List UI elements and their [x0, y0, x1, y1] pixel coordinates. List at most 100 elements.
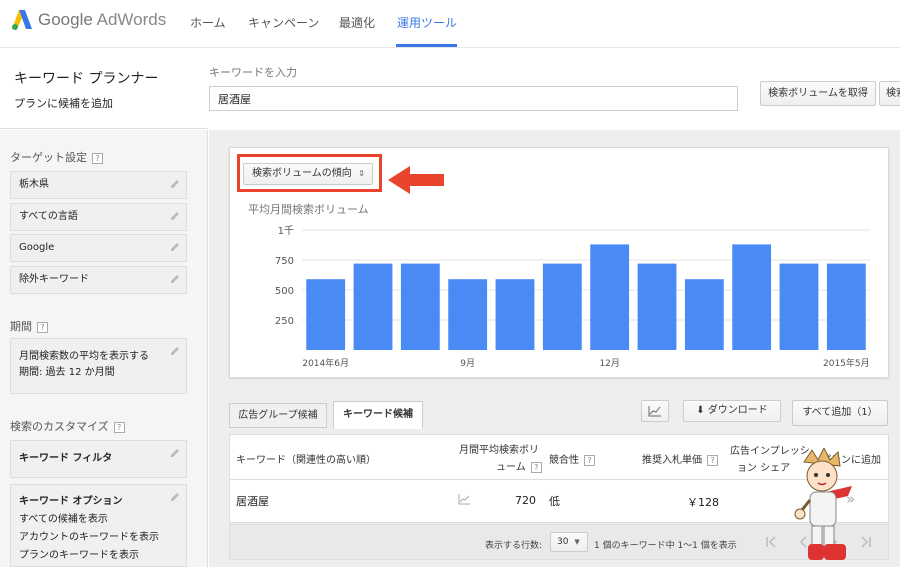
volume-bar[interactable] — [542, 263, 582, 350]
keyword-input-label: キーワードを入力 — [209, 66, 297, 79]
volume-bar[interactable] — [732, 244, 772, 350]
target-location-label: 栃木県 — [19, 179, 49, 190]
row-competition: 低 — [549, 495, 560, 508]
help-icon[interactable]: ? — [707, 454, 718, 466]
volume-bar[interactable] — [590, 244, 630, 350]
header-left — [0, 49, 208, 129]
col-volume-header-line2: ューム — [496, 462, 526, 473]
download-icon: ⬇ — [696, 405, 705, 416]
target-language[interactable]: すべての言語 — [10, 203, 187, 231]
col-competition-label: 競合性 — [549, 455, 579, 466]
pencil-icon[interactable] — [169, 491, 181, 503]
first-page-icon[interactable] — [765, 536, 777, 548]
y-tick-label: 750 — [275, 256, 294, 267]
volume-bar[interactable] — [779, 263, 819, 350]
last-page-icon[interactable] — [860, 536, 872, 548]
volume-bar[interactable] — [495, 279, 535, 350]
volume-bar[interactable] — [684, 279, 724, 350]
keyword-options-box[interactable]: キーワード オプション すべての候補を表示 アカウントのキーワードを表示 プラン… — [10, 484, 187, 567]
period-line2: 期間: 過去 12 か月間 — [19, 367, 115, 378]
get-volume-button[interactable]: 検索ボリュームを取得 — [760, 81, 876, 106]
chart-icon — [648, 406, 661, 417]
volume-bar[interactable] — [353, 263, 393, 350]
x-tick-label: 2014年6月 — [302, 357, 349, 369]
y-tick-label: 250 — [275, 316, 294, 327]
logo-text[interactable]: Google AdWords — [38, 10, 166, 30]
x-tick-label: 2015年5月 — [823, 357, 870, 369]
pencil-icon[interactable] — [169, 241, 181, 253]
period-line1: 月間検索数の平均を表示する — [19, 351, 149, 362]
col-volume-header-line1[interactable]: 月間平均検索ボリ — [459, 441, 539, 456]
col-cpc-header[interactable]: 推奨入札単価? — [642, 451, 718, 466]
pencil-icon[interactable] — [169, 178, 181, 190]
nav-active-indicator — [396, 44, 457, 47]
option-line1: すべての候補を表示 — [19, 514, 108, 525]
tab-keyword-ideas[interactable]: キーワード候補 — [333, 401, 423, 429]
help-icon[interactable]: ? — [37, 321, 48, 333]
row-volume: 720 — [515, 494, 536, 507]
help-icon[interactable]: ? — [584, 454, 595, 466]
x-tick-label: 9月 — [460, 358, 475, 369]
download-label: ダウンロード — [707, 405, 768, 416]
volume-bar[interactable] — [637, 263, 677, 350]
pager-summary: 1 個のキーワード中 1〜1 個を表示 — [594, 541, 737, 551]
adwords-logo-icon — [12, 10, 32, 30]
rows-per-page-label: 表示する行数: — [485, 541, 543, 551]
nav-optimize[interactable]: 最適化 — [339, 14, 375, 31]
targeting-section-title: ターゲット設定? — [10, 149, 103, 165]
volume-bar[interactable] — [448, 279, 488, 350]
keyword-input[interactable]: 居酒屋 — [209, 86, 738, 111]
target-network-label: Google — [19, 242, 55, 253]
volume-bar[interactable] — [400, 263, 440, 350]
nav-campaigns[interactable]: キャンペーン — [248, 14, 319, 31]
next-button[interactable]: 検索 — [879, 81, 900, 106]
trend-chart-icon[interactable] — [458, 494, 471, 505]
volume-bar-chart: 1千 750 500 250 2014年6月 9月 12月 2015年5月 — [275, 225, 870, 369]
customize-section-title: 検索のカスタマイズ? — [10, 418, 125, 434]
row-keyword: 居酒屋 — [236, 495, 269, 508]
logo-product: AdWords — [96, 10, 167, 29]
logo-brand: Google — [38, 10, 93, 29]
pencil-icon[interactable] — [169, 447, 181, 459]
tab-ad-group-ideas[interactable]: 広告グループ候補 — [229, 403, 327, 428]
volume-bar[interactable] — [306, 279, 346, 350]
page-title: キーワード プランナー — [14, 71, 159, 87]
nav-tools[interactable]: 運用ツール — [397, 14, 457, 31]
help-icon[interactable]: ? — [92, 152, 103, 164]
col-volume-header[interactable]: ューム? — [496, 458, 542, 473]
pencil-icon[interactable] — [169, 210, 181, 222]
y-tick-label: 1千 — [278, 225, 294, 237]
red-arrow-icon — [388, 166, 444, 194]
period-box[interactable]: 月間検索数の平均を表示する 期間: 過去 12 か月間 — [10, 338, 187, 394]
help-icon[interactable]: ? — [530, 461, 542, 473]
target-negative-keywords[interactable]: 除外キーワード — [10, 266, 187, 294]
col-keyword-header[interactable]: キーワード（関連性の高い順） — [236, 451, 376, 466]
period-section-title: 期間? — [10, 318, 48, 334]
help-icon[interactable]: ? — [113, 421, 125, 433]
negative-keywords-label: 除外キーワード — [19, 274, 89, 285]
target-location[interactable]: 栃木県 — [10, 171, 187, 199]
pencil-icon[interactable] — [169, 345, 181, 357]
row-cpc: ￥128 — [687, 496, 719, 509]
download-button[interactable]: ⬇ ダウンロード — [683, 400, 781, 422]
customize-title: 検索のカスタマイズ — [10, 420, 109, 433]
x-tick-label: 12月 — [599, 358, 619, 369]
rows-per-page-value: 30 — [557, 537, 569, 547]
chart-toggle-button[interactable] — [641, 400, 669, 422]
add-all-button[interactable]: すべて追加（1） — [792, 400, 888, 426]
target-language-label: すべての言語 — [19, 211, 78, 222]
keyword-options-title: キーワード オプション — [19, 496, 123, 507]
option-line2: アカウントのキーワードを表示 — [19, 532, 159, 543]
col-competition-header[interactable]: 競合性? — [549, 451, 595, 466]
chevron-down-icon: ▼ — [574, 538, 580, 546]
col-share-header-line2[interactable]: ョン シェア — [737, 459, 790, 474]
nav-home[interactable]: ホーム — [190, 14, 226, 31]
rows-per-page-select[interactable]: 30 ▼ — [550, 532, 588, 552]
period-title: 期間 — [10, 320, 32, 333]
target-network[interactable]: Google — [10, 234, 187, 262]
keyword-filter-box[interactable]: キーワード フィルタ — [10, 440, 187, 478]
pencil-icon[interactable] — [169, 273, 181, 285]
col-cpc-label: 推奨入札単価 — [642, 455, 702, 466]
volume-bar[interactable] — [826, 263, 866, 350]
y-tick-label: 500 — [275, 286, 294, 297]
